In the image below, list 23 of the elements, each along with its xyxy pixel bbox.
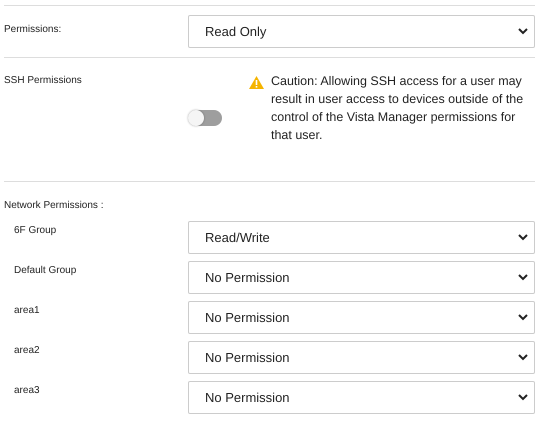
dropdown-select[interactable]: No Permission xyxy=(188,341,535,374)
field-label: Permissions: xyxy=(4,23,62,35)
chevron-down-icon xyxy=(518,28,528,35)
group-label: area1 xyxy=(14,304,41,316)
field-label: SSH Permissions xyxy=(4,74,83,86)
chevron-down-icon xyxy=(518,234,528,241)
group-label: area3 xyxy=(14,384,41,396)
dropdown-select[interactable]: No Permission xyxy=(188,301,535,334)
chevron-down-icon xyxy=(518,274,528,281)
toggle-switch[interactable] xyxy=(188,110,222,126)
chevron-down-icon xyxy=(518,394,528,401)
chevron-down-icon xyxy=(518,314,528,321)
caution-text: Caution: Allowing SSH access for a user may result in user access to devices outside of the control of the Vista Manager permissions for that user. xyxy=(271,73,524,144)
group-label: area2 xyxy=(14,344,41,356)
dropdown-select[interactable]: Read/Write xyxy=(188,221,535,254)
group-label: Default Group xyxy=(14,264,78,276)
chevron-down-icon xyxy=(518,354,528,361)
dropdown-select[interactable]: No Permission xyxy=(188,381,535,414)
dropdown-select[interactable]: No Permission xyxy=(188,261,535,294)
group-label: 6F Group xyxy=(14,224,58,236)
section-label: Network Permissions : xyxy=(4,199,104,213)
warning-icon xyxy=(249,76,264,89)
dropdown-select[interactable]: Read Only xyxy=(188,15,535,48)
